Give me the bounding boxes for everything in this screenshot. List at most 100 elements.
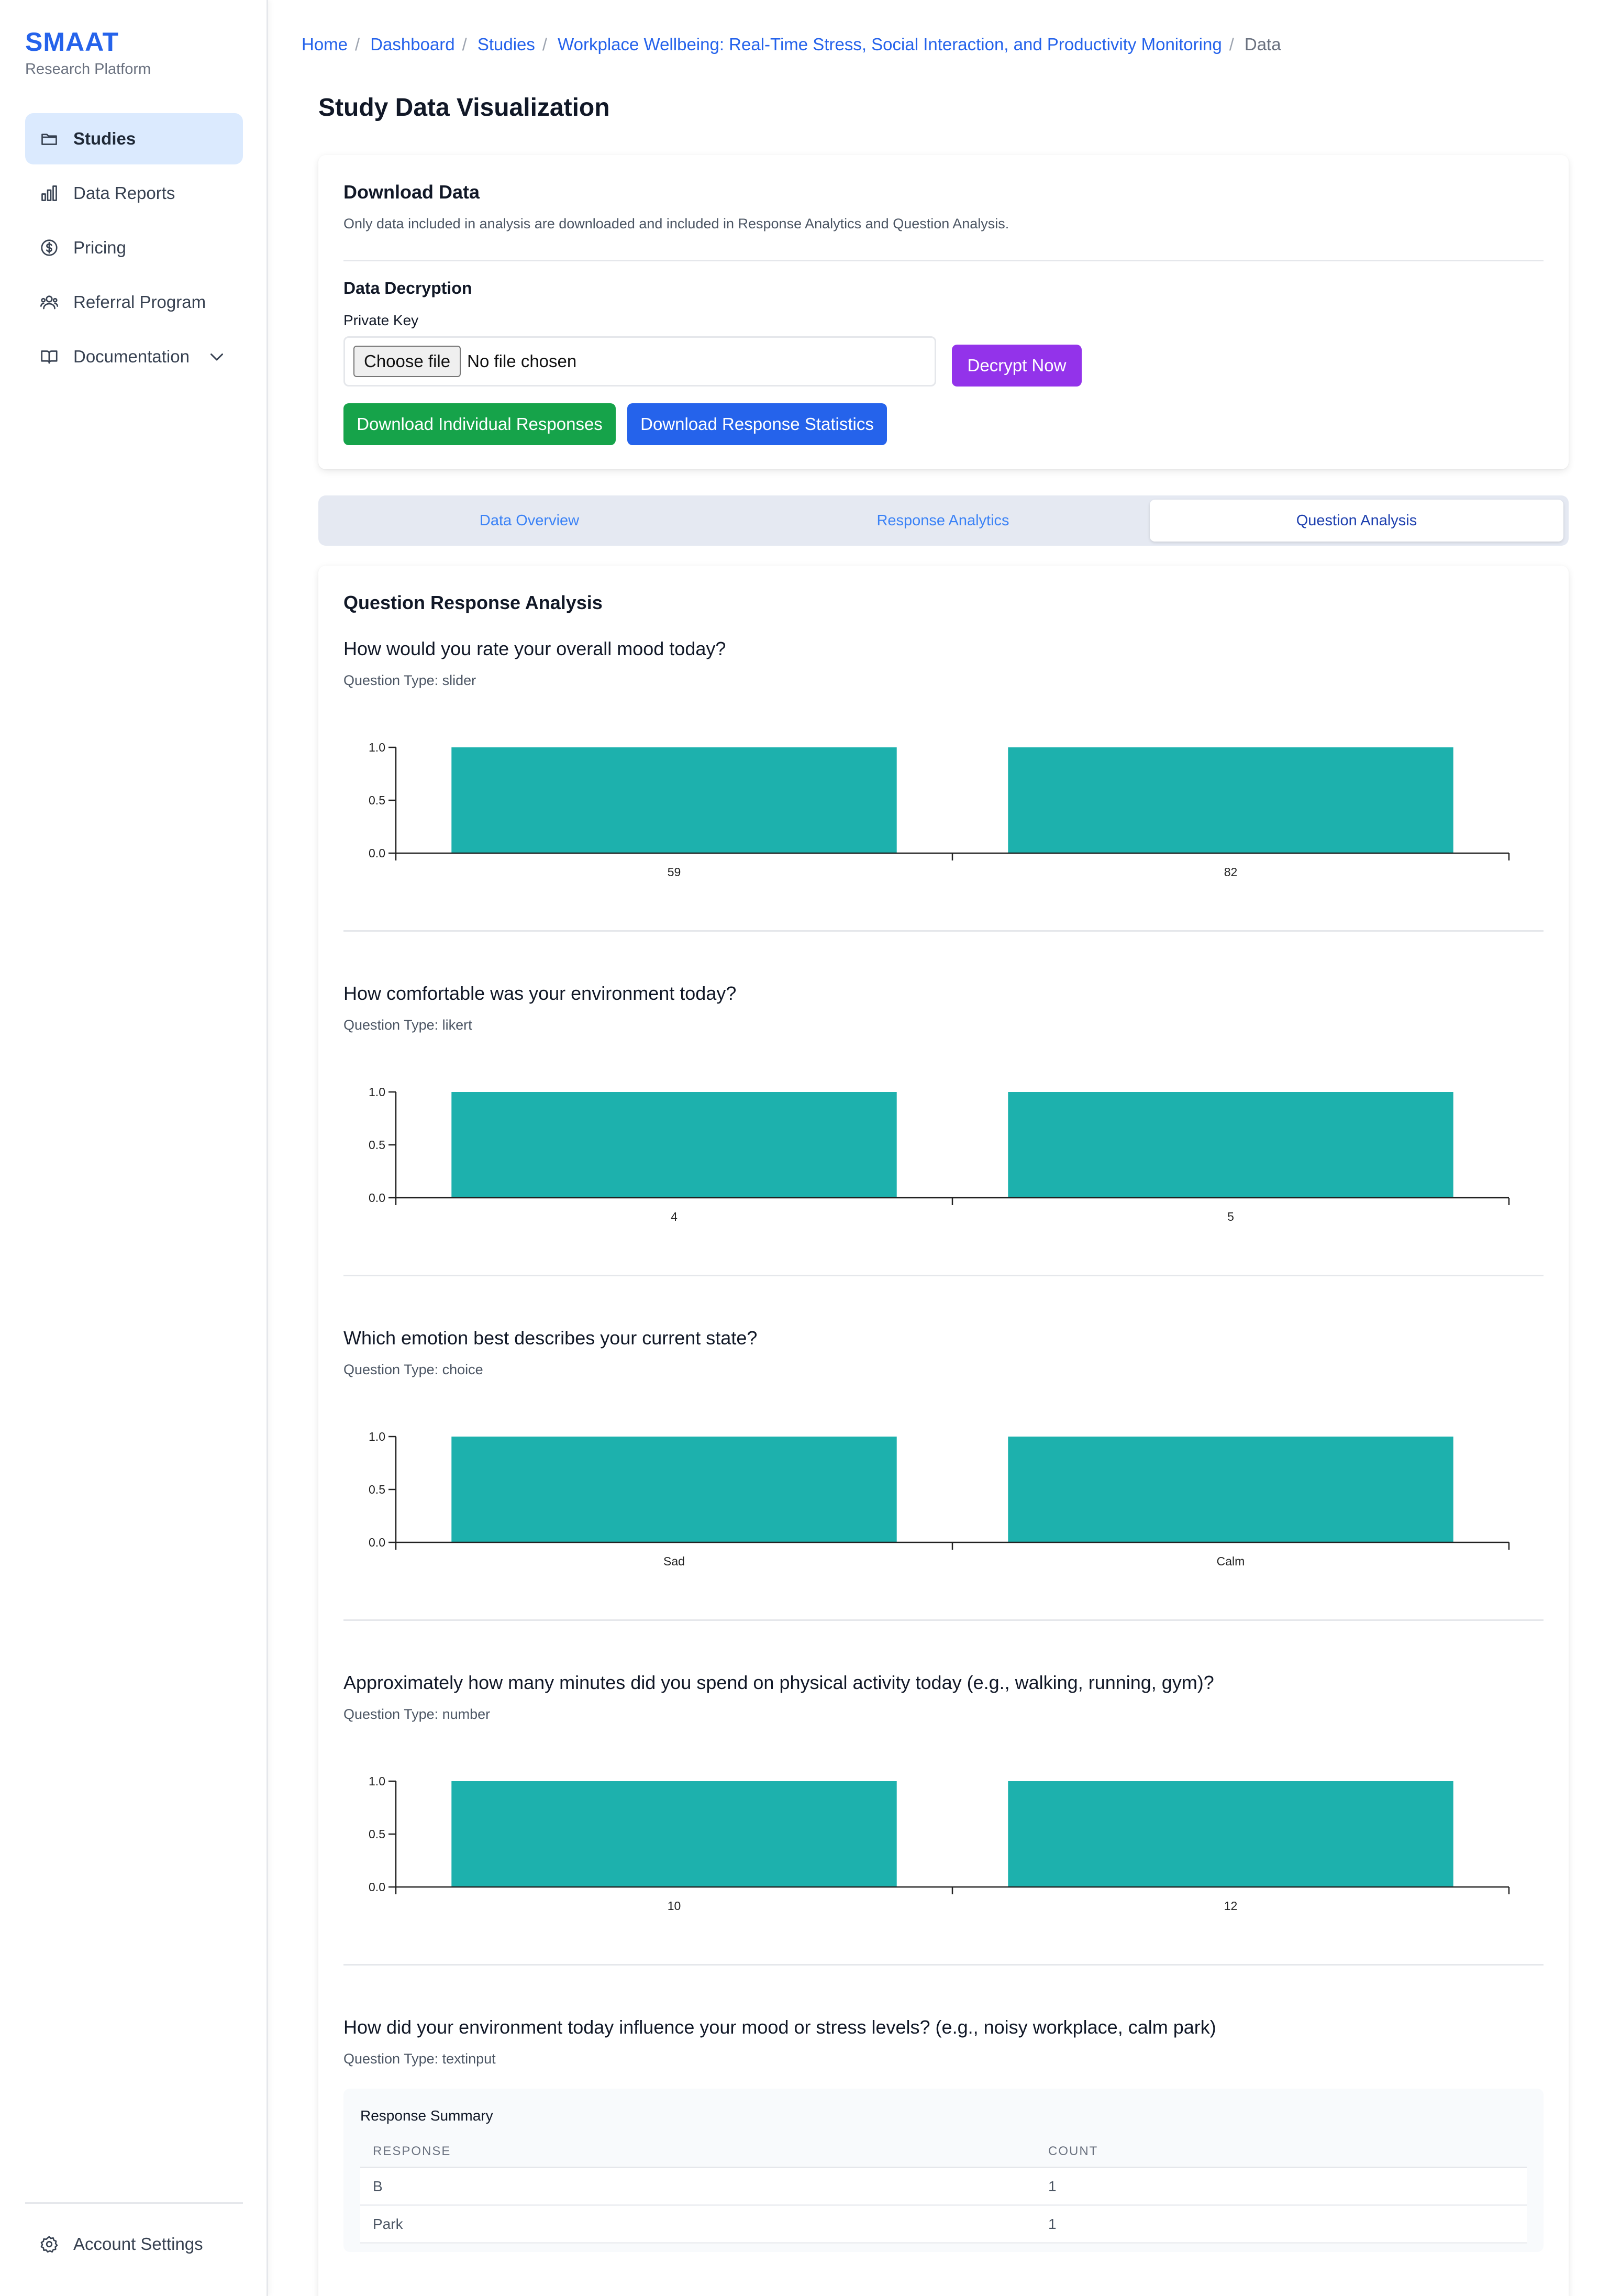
sidebar-item-pricing[interactable]: Pricing (25, 222, 243, 273)
question-title: How comfortable was your environment tod… (343, 983, 737, 1004)
dollar-circle-icon (41, 239, 58, 256)
table-cell-response: Park (373, 2215, 403, 2232)
brand: SMAAT Research Platform (25, 25, 151, 78)
x-tick-label: 5 (1227, 1210, 1234, 1223)
y-tick-label: 1.0 (369, 741, 385, 754)
breadcrumb-separator: / (1229, 35, 1234, 54)
question-block: Which emotion best describes your curren… (343, 1327, 1544, 1672)
breadcrumb-separator: / (355, 35, 360, 54)
response-summary-table: RESPONSE COUNT B 1 Park 1 (360, 2136, 1527, 2244)
question-block: Approximately how many minutes did you s… (343, 1672, 1544, 2016)
sidebar-item-label: Studies (73, 129, 136, 148)
y-tick-label: 0.0 (369, 1880, 385, 1894)
download-response-statistics-button[interactable]: Download Response Statistics (627, 403, 887, 445)
x-tick-label: Sad (663, 1554, 685, 1568)
breadcrumb-study[interactable]: Workplace Wellbeing: Real-Time Stress, S… (558, 35, 1222, 54)
breadcrumb-current: Data (1244, 35, 1281, 54)
x-tick-label: 59 (668, 865, 681, 879)
brand-name[interactable]: SMAAT (25, 25, 151, 59)
brand-subtitle: Research Platform (25, 61, 151, 78)
table-cell-count: 1 (1048, 2215, 1057, 2232)
account-settings-label: Account Settings (73, 2234, 203, 2254)
table-header: RESPONSE COUNT (360, 2136, 1527, 2168)
page-title: Study Data Visualization (318, 94, 610, 122)
chart-bar (1008, 1092, 1453, 1198)
decryption-title: Data Decryption (343, 279, 472, 297)
breadcrumb-separator: / (542, 35, 548, 54)
breadcrumb-separator: / (462, 35, 467, 54)
question-block: How comfortable was your environment tod… (343, 983, 1544, 1327)
download-data-description: Only data included in analysis are downl… (343, 216, 1009, 231)
sidebar: SMAAT Research Platform Studies Data Rep… (0, 0, 268, 2296)
column-header-count: COUNT (1048, 2144, 1098, 2158)
question-type: Question Type: choice (343, 1362, 483, 1377)
choose-file-button[interactable]: Choose file (353, 346, 461, 377)
view-tabs: Data Overview Response Analytics Questio… (318, 495, 1569, 546)
download-individual-responses-button[interactable]: Download Individual Responses (343, 403, 616, 445)
bar-chart-icon (41, 185, 57, 201)
breadcrumb-dashboard[interactable]: Dashboard (370, 35, 454, 54)
question-analysis-card: Question Response Analysis How would you… (318, 566, 1569, 2296)
question-title: Which emotion best describes your curren… (343, 1327, 758, 1349)
sidebar-divider (25, 2202, 243, 2204)
sidebar-item-documentation[interactable]: Documentation (25, 331, 243, 382)
folder-icon (41, 134, 57, 145)
question-type: Question Type: number (343, 1706, 491, 1722)
tab-data-overview[interactable]: Data Overview (323, 500, 736, 542)
tab-question-analysis[interactable]: Question Analysis (1150, 500, 1563, 542)
question-type: Question Type: slider (343, 672, 476, 688)
users-icon (40, 295, 59, 310)
private-key-file-input[interactable]: Choose file No file chosen (343, 336, 936, 387)
chevron-down-icon[interactable] (207, 347, 226, 366)
x-tick-label: 82 (1224, 865, 1238, 879)
y-tick-label: 0.5 (369, 1138, 385, 1152)
question-block: How would you rate your overall mood tod… (343, 638, 1544, 983)
y-tick-label: 0.5 (369, 1483, 385, 1496)
question-title: How did your environment today influence… (343, 2016, 1216, 2038)
question-analysis-heading: Question Response Analysis (343, 592, 603, 613)
chart-bar (1008, 1437, 1453, 1542)
breadcrumb: Home / Dashboard / Studies / Workplace W… (302, 35, 1281, 54)
table-cell-response: B (373, 2178, 383, 2194)
divider (343, 260, 1544, 261)
main-content: Home / Dashboard / Studies / Workplace W… (268, 0, 1621, 2296)
y-tick-label: 0.5 (369, 1827, 385, 1841)
sidebar-item-label: Pricing (73, 238, 126, 257)
y-tick-label: 0.0 (369, 1191, 385, 1205)
divider (343, 1275, 1544, 1276)
gear-icon (40, 2236, 58, 2253)
x-tick-label: 10 (668, 1899, 681, 1913)
x-tick-label: 12 (1224, 1899, 1238, 1913)
breadcrumb-home[interactable]: Home (302, 35, 348, 54)
download-data-card: Download Data Only data included in anal… (318, 155, 1569, 469)
chart-bar (451, 747, 897, 853)
question-bar-chart: 0.0 0.5 1.0 10 12 (369, 1774, 1510, 1913)
response-summary: Response Summary RESPONSE COUNT B 1 Park… (343, 2089, 1544, 2252)
file-status: No file chosen (467, 351, 577, 371)
account-settings-link[interactable]: Account Settings (25, 2221, 243, 2268)
sidebar-item-label: Data Reports (73, 183, 175, 203)
question-bar-chart: 0.0 0.5 1.0 4 5 (369, 1085, 1510, 1223)
chart-bar (451, 1437, 897, 1542)
chart-bar (1008, 747, 1453, 853)
y-tick-label: 1.0 (369, 1085, 385, 1099)
divider (343, 1964, 1544, 1966)
x-tick-label: 4 (671, 1210, 678, 1223)
y-tick-label: 1.0 (369, 1774, 385, 1788)
x-tick-label: Calm (1217, 1554, 1245, 1568)
question-bar-chart: 0.0 0.5 1.0 59 82 (369, 741, 1510, 879)
table-row: B 1 (360, 2168, 1527, 2206)
column-header-response: RESPONSE (373, 2144, 451, 2158)
chart-bar (451, 1092, 897, 1198)
sidebar-item-data-reports[interactable]: Data Reports (25, 168, 243, 219)
sidebar-item-studies[interactable]: Studies (25, 113, 243, 164)
decrypt-now-button[interactable]: Decrypt Now (952, 345, 1082, 387)
chart-bar (1008, 1781, 1453, 1887)
breadcrumb-studies[interactable]: Studies (478, 35, 535, 54)
sidebar-item-label: Referral Program (73, 292, 206, 312)
table-row: Park 1 (360, 2206, 1527, 2244)
tab-response-analytics[interactable]: Response Analytics (736, 500, 1150, 542)
divider (343, 1619, 1544, 1621)
table-cell-count: 1 (1048, 2178, 1057, 2194)
sidebar-item-referral-program[interactable]: Referral Program (25, 277, 243, 328)
